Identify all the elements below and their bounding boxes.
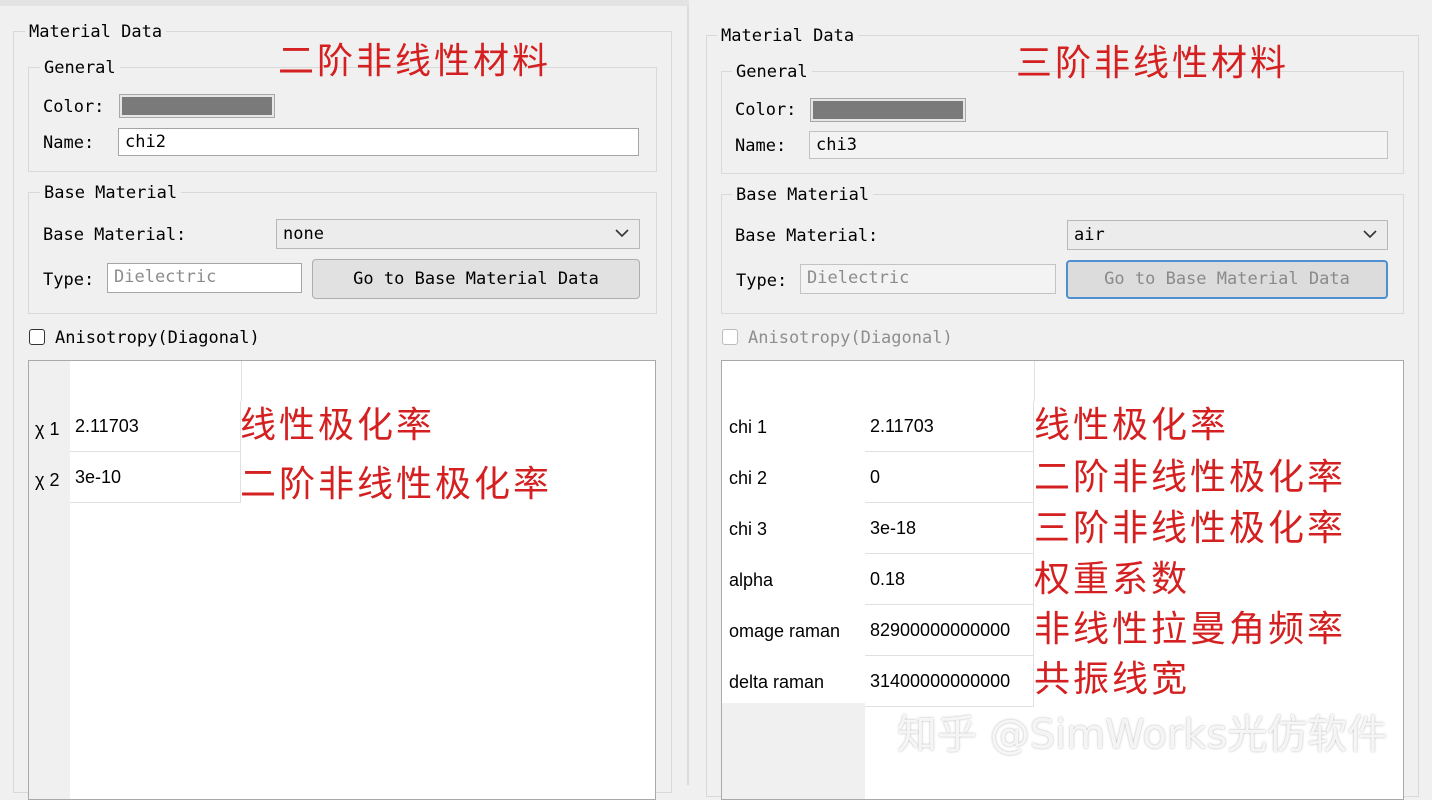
anisotropy-checkbox[interactable] [29, 329, 45, 345]
row-label-chi3: chi 3 [729, 519, 768, 539]
row-label-delta-raman: delta raman [729, 672, 825, 692]
annotation-chi3: 三阶非线性极化率 [1034, 508, 1347, 549]
name-label: Name: [735, 136, 787, 156]
row-value-chi1[interactable]: 2.11703 [70, 401, 241, 452]
right-material-panel: Material Data General Color: Name: chi3 … [689, 0, 1432, 800]
name-field[interactable]: chi3 [809, 131, 1388, 159]
type-label: Type: [43, 270, 95, 290]
color-label: Color: [735, 100, 797, 120]
row-label-chi2: chi 2 [729, 468, 768, 488]
general-title: General [732, 62, 812, 82]
base-material-title: Base Material [732, 185, 874, 205]
material-data-title: Material Data [25, 22, 167, 42]
row-label-chi1: chi 1 [729, 417, 768, 437]
row-value-omage-raman[interactable]: 82900000000000 [865, 605, 1034, 656]
base-material-dropdown[interactable]: air [1067, 220, 1388, 250]
base-material-value: air [1074, 225, 1105, 245]
row-value-chi1[interactable]: 2.11703 [865, 401, 1034, 452]
empty-table-area [70, 503, 241, 799]
left-material-panel: Material Data General Color: Name: chi2 … [0, 0, 687, 800]
annotation-title: 二阶非线性材料 [278, 41, 552, 82]
annotation-omage-raman: 非线性拉曼角频率 [1034, 609, 1347, 650]
color-label: Color: [43, 97, 105, 117]
annotation-delta-raman: 共振线宽 [1034, 659, 1191, 700]
go-to-base-material-button[interactable]: Go to Base Material Data [312, 259, 640, 299]
row-value-chi2[interactable]: 0 [865, 452, 1034, 503]
general-title: General [40, 58, 120, 78]
go-to-base-material-button[interactable]: Go to Base Material Data [1066, 260, 1388, 299]
base-material-dropdown[interactable]: none [276, 219, 640, 249]
row-value-chi2[interactable]: 3e-10 [70, 452, 241, 503]
row-label-chi1: χ 1 [35, 419, 60, 439]
type-field[interactable]: Dielectric [800, 264, 1056, 294]
row-value-delta-raman[interactable]: 31400000000000 [865, 656, 1034, 707]
base-material-label: Base Material: [735, 226, 879, 246]
annotation-chi1: 线性极化率 [1034, 405, 1230, 446]
annotation-title: 三阶非线性材料 [1016, 43, 1290, 84]
base-material-value: none [283, 224, 324, 244]
name-label: Name: [43, 133, 95, 153]
row-value-alpha[interactable]: 0.18 [865, 554, 1034, 605]
row-label-omage-raman: omage raman [729, 621, 841, 641]
color-swatch[interactable] [119, 94, 275, 118]
type-label: Type: [736, 271, 788, 291]
chevron-down-icon [615, 229, 629, 238]
annotation-chi2: 二阶非线性极化率 [1034, 457, 1347, 498]
material-data-title: Material Data [717, 26, 859, 46]
anisotropy-label: Anisotropy(Diagonal) [748, 328, 953, 348]
annotation-chi1: 线性极化率 [240, 405, 436, 446]
name-field[interactable]: chi2 [118, 128, 639, 156]
row-value-chi3[interactable]: 3e-18 [865, 503, 1034, 554]
base-material-label: Base Material: [43, 225, 187, 245]
annotation-chi2: 二阶非线性极化率 [240, 464, 553, 505]
base-material-title: Base Material [40, 183, 182, 203]
row-label-chi2: χ 2 [35, 470, 60, 490]
row-label-alpha: alpha [729, 570, 774, 590]
annotation-alpha: 权重系数 [1034, 559, 1191, 600]
chevron-down-icon [1363, 230, 1377, 239]
anisotropy-label: Anisotropy(Diagonal) [55, 328, 260, 348]
type-field[interactable]: Dielectric [107, 263, 302, 293]
anisotropy-checkbox[interactable] [722, 329, 738, 345]
watermark: 知乎 @SimWorks光仿软件 [897, 712, 1388, 758]
color-swatch[interactable] [810, 98, 966, 122]
